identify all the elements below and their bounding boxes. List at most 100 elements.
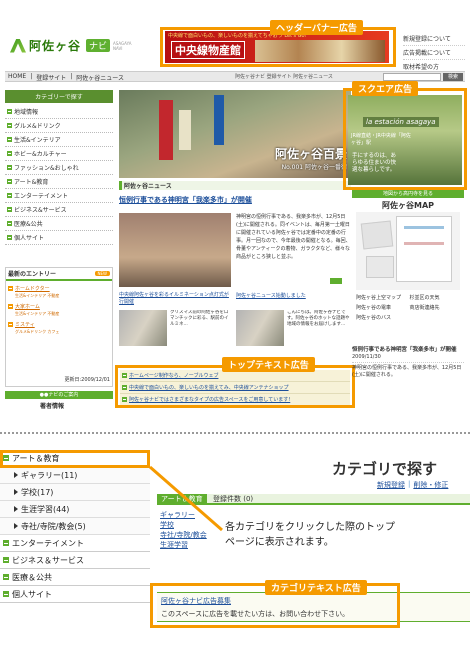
plus-icon — [7, 137, 12, 142]
text-ad-2[interactable]: 中央線で面白いもの、楽しいものを揃えてみ、中央線アンテナショップ — [120, 382, 350, 394]
recent-entries: 最新のエントリー NEW ホームドクター 生活&インテリア 不動産 大家ホーム 生活&… — [5, 267, 113, 387]
map-link[interactable]: 阿佐ヶ谷の電車 — [356, 304, 407, 313]
plus-icon — [7, 109, 12, 114]
sidebar-footer-label: ●●ナビのご案内 — [5, 391, 113, 399]
map-links: 阿佐ヶ谷上空マップ 杉並区の天気 阿佐ヶ谷の電車 商店街連絡先 阿佐ヶ谷のバス — [356, 294, 460, 323]
right-news-body-2: 神明宮の恒例行事である、我楽多市が、12月5日(土)に開催される。 — [352, 365, 462, 378]
nav-sites[interactable]: 登録サイト — [36, 73, 66, 82]
news-photo[interactable] — [119, 213, 231, 287]
callout-header-banner: ヘッダーバナー広告 — [270, 20, 363, 35]
square-ad-tagline: 手にするのは、あらゆる住まいの快適な暮らしです。 — [352, 153, 397, 173]
news-link-2[interactable]: 阿佐ヶ谷ニュース始動しました — [236, 292, 351, 299]
plus-icon — [7, 179, 12, 184]
map-link[interactable] — [410, 314, 461, 323]
plus-icon — [7, 221, 12, 226]
news-thumb-1[interactable] — [119, 310, 167, 346]
recent-title: 最新のエントリー — [8, 271, 57, 278]
recent-entry[interactable]: 大家ホーム 生活&インテリア 不動産 — [8, 303, 110, 317]
sidebar-category-label: 地域情報 — [14, 109, 39, 116]
breadcrumb: 阿佐ヶ谷ナビ 登録サイト 阿佐ヶ谷ニュース — [235, 74, 333, 80]
entry-title[interactable]: ホームドクター — [15, 285, 59, 292]
map-label[interactable]: 地図から高円寺を見る — [352, 190, 464, 198]
sidebar-category-label: アート&教育 — [14, 179, 49, 186]
separator — [0, 432, 470, 434]
news-thumb-2[interactable] — [236, 310, 284, 346]
plus-icon — [7, 207, 12, 212]
sidebar-category-item[interactable]: ファッション&おしゃれ — [5, 161, 113, 175]
map-link[interactable]: 杉並区の天気 — [410, 294, 461, 303]
callout-top-text: トップテキスト広告 — [222, 357, 315, 372]
news-headline[interactable]: 恒例行事である神明宮「我楽多市」が開催 — [119, 195, 252, 205]
site-logo[interactable]: 阿佐ヶ谷 ナビ ASAGAYA NAVI — [10, 37, 135, 54]
text-ad-2-link[interactable]: 中央線で面白いもの、楽しいものを揃えてみ、中央線アンテナショップ — [129, 384, 289, 391]
header-link-advertise[interactable]: 広告掲載について — [403, 46, 465, 60]
category-list: 地域情報グルメ&ドリンク 生活&インテリア ホビー&カルチャーファッション&おしゃれ… — [5, 105, 113, 245]
map-link[interactable]: 阿佐ヶ谷上空マップ — [356, 294, 407, 303]
square-ad-text: JR線直結・JR中央線「阿佐ヶ谷」駅 — [351, 133, 411, 146]
sidebar-category-label: エンターテイメント — [14, 193, 69, 200]
sidebar-category-label: ファッション&おしゃれ — [14, 165, 79, 172]
sidebar-category-item[interactable]: グルメ&ドリンク — [5, 119, 113, 133]
search-input[interactable] — [383, 73, 441, 81]
sidebar-category-item[interactable]: 医療&公共 — [5, 217, 113, 231]
sidebar-category-item[interactable]: 生活&インテリア — [5, 133, 113, 147]
sidebar-category-label: グルメ&ドリンク — [14, 123, 61, 130]
square-ad[interactable]: la estación asagaya JR線直結・JR中央線「阿佐ヶ谷」駅 手… — [348, 95, 462, 185]
entry-list: ホームドクター 生活&インテリア 不動産 大家ホーム 生活&インテリア 不動産 ミスティ… — [6, 281, 112, 335]
callout-category-text: カテゴリテキスト広告 — [265, 580, 367, 595]
news-more-icon[interactable] — [330, 278, 342, 284]
sidebar-heading: カテゴリーで探す — [5, 90, 113, 103]
sidebar-category-label: ホビー&カルチャー — [14, 151, 67, 158]
callout-square: スクエア広告 — [352, 81, 419, 96]
top-screenshot: 阿佐ヶ谷 ナビ ASAGAYA NAVI 中央線で面白いもの、楽しいものを揃えて… — [0, 0, 470, 410]
plus-icon — [7, 151, 12, 156]
recent-entry[interactable]: ホームドクター 生活&インテリア 不動産 — [8, 285, 110, 299]
recent-entry[interactable]: ミスティ グルメ&ドリンク カフェ — [8, 321, 110, 335]
plus-icon — [7, 123, 12, 128]
right-news-item-2[interactable]: 神明宮の恒例行事である、我楽多市が、12月5日(土)に開催される。 — [352, 363, 464, 381]
bullet-icon — [8, 286, 13, 291]
news-section-title: 阿佐ヶ谷ニュース — [119, 181, 351, 190]
sidebar-category-label: 生活&インテリア — [14, 137, 61, 144]
bottom-screenshot: アート＆教育 ギャラリー(11) 学校(17) 生涯学習(44) 寺社/寺院/教会(5)… — [0, 440, 470, 665]
entry-sub: グルメ&ドリンク カフェ — [15, 329, 60, 334]
top-text-ads: ホームページ制作なら、ノーブルウェブ 中央線で面白いもの、楽しいものを揃えてみ、… — [120, 370, 350, 405]
square-ad-logo: la estación asagaya — [363, 117, 439, 127]
sidebar-footer-sub: 著者情報 — [40, 403, 65, 410]
news-thumb-2-text: こんにちは。阿佐ヶ谷ナビです。阿佐ヶ谷のホットな話題や地域の情報をお届けします.… — [287, 310, 350, 327]
logo-subtext: ASAGAYA NAVI — [113, 40, 132, 51]
pointer-arrow — [149, 465, 223, 532]
text-ad-3-link[interactable]: 阿佐ヶ谷ナビではさまざまなタイプの広告スペースをご用意しています! — [129, 396, 290, 403]
right-news-title-1[interactable]: 恒例行事である神明宮「我楽多市」が開催 — [352, 347, 464, 354]
sidebar-category-item[interactable]: ビジネス&サービス — [5, 203, 113, 217]
text-ad-1-link[interactable]: ホームページ制作なら、ノーブルウェブ — [129, 372, 218, 379]
header-links: 新規登録について 広告掲載について 取材希望の方 — [403, 32, 465, 74]
plus-icon — [7, 165, 12, 170]
sidebar-category-item[interactable]: 地域情報 — [5, 105, 113, 119]
logo-mark-icon — [10, 38, 26, 53]
news-link-1[interactable]: 中央線阿佐ヶ谷を彩るイルミネーション点灯式が行開催 — [119, 292, 231, 306]
map-link[interactable]: 商店街連絡先 — [410, 304, 461, 313]
sidebar-category-item[interactable]: アート&教育 — [5, 175, 113, 189]
nav-news[interactable]: 阿佐ヶ谷ニュース — [76, 73, 124, 82]
search-button[interactable]: 検索 — [443, 73, 463, 81]
news-body: 神明宮の恒例行事である、我楽多市が、12月5日(土)に開催される。同イベントは、… — [236, 214, 351, 260]
entry-title[interactable]: ミスティ — [15, 321, 59, 328]
nav-home[interactable]: HOME — [8, 73, 26, 82]
header-link-register[interactable]: 新規登録について — [403, 32, 465, 46]
entry-title[interactable]: 大家ホーム — [15, 303, 59, 310]
map-link[interactable]: 阿佐ヶ谷のバス — [356, 314, 407, 323]
hero-subtitle: No.001 阿佐ヶ谷一番街 — [281, 164, 347, 171]
bullet-icon — [8, 304, 13, 309]
sidebar-category-item[interactable]: 個人サイト — [5, 231, 113, 245]
hero-title: 阿佐ヶ谷百景 — [274, 147, 347, 161]
hero-image[interactable]: 阿佐ヶ谷百景 No.001 阿佐ヶ谷一番街 — [119, 90, 351, 178]
right-news-date-1: 2009/11/30 — [352, 354, 381, 360]
sidebar-category-item[interactable]: ホビー&カルチャー — [5, 147, 113, 161]
right-news-item-1[interactable]: 恒例行事である神明宮「我楽多市」が開催 2009/11/30 — [352, 345, 464, 363]
sidebar-category-item[interactable]: エンターテイメント — [5, 189, 113, 203]
text-ad-3[interactable]: 阿佐ヶ谷ナビではさまざまなタイプの広告スペースをご用意しています! — [120, 394, 350, 405]
map-image[interactable] — [356, 212, 460, 290]
right-news: 恒例行事である神明宮「我楽多市」が開催 2009/11/30 神明宮の恒例行事で… — [352, 345, 464, 381]
header-banner-ad[interactable]: 中央線で面白いもの、楽しいものを揃えてちゃおう Let's Go! 中央線物産館 — [165, 31, 389, 63]
